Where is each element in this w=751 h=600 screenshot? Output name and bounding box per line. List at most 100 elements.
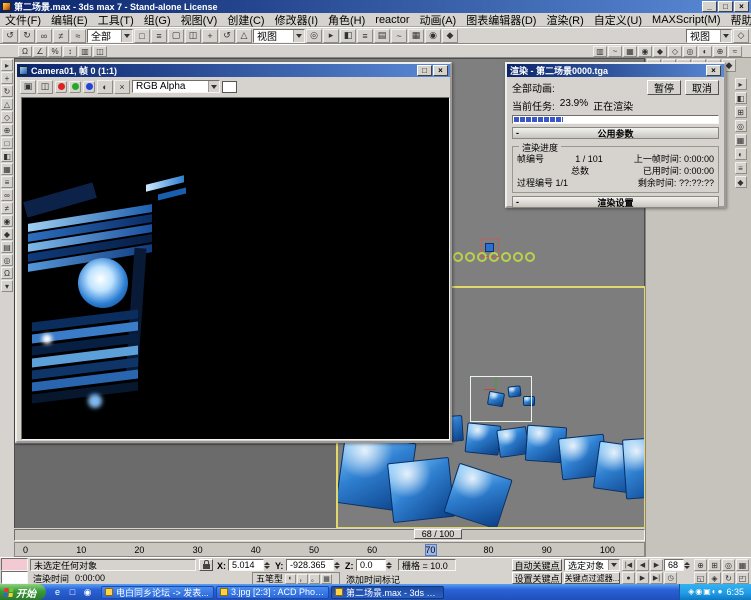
select-and-manipulate-icon[interactable]: ▸ (323, 29, 339, 43)
quicklaunch-desktop-icon[interactable]: □ (66, 586, 79, 599)
display-tool-icon[interactable]: ◎ (1, 254, 13, 266)
percent-snap-icon[interactable]: % (48, 46, 62, 57)
dialog-titlebar[interactable]: 渲染 - 第二场景0000.tga × (507, 64, 724, 77)
rotate-tool-icon[interactable]: ↻ (1, 85, 13, 97)
dock-icon-2[interactable]: ◧ (735, 92, 747, 104)
time-slider-button[interactable]: 68 / 100 (414, 529, 462, 539)
menu-item[interactable]: 编辑(E) (46, 12, 93, 28)
time-slider[interactable]: 68 / 100 (14, 528, 645, 542)
pan-tool-icon[interactable]: ◇ (1, 111, 13, 123)
undo-icon[interactable]: ↺ (2, 29, 18, 43)
key-filters-button[interactable]: 关键点过滤器... (564, 572, 620, 584)
clone-window-icon[interactable]: ◫ (37, 80, 53, 94)
pause-button[interactable]: 暂停 (647, 80, 681, 95)
layer-manager-icon[interactable]: ▤ (374, 29, 390, 43)
taskbar-task-button[interactable]: 3.jpg [2:3] : ACD Photo E... (216, 586, 329, 599)
z-spinner[interactable] (386, 559, 394, 571)
space-warp-icon[interactable]: ≈ (728, 46, 742, 57)
helper-circle[interactable] (465, 252, 475, 262)
redo-icon[interactable]: ↻ (19, 29, 35, 43)
key-mode-toggle-icon[interactable]: ● (622, 572, 635, 584)
menu-item[interactable]: 文件(F) (0, 12, 46, 28)
start-button[interactable]: 开始 (0, 584, 46, 600)
menu-item[interactable]: 图表编辑器(D) (461, 12, 541, 28)
zoom-tool-icon[interactable]: ⊕ (1, 124, 13, 136)
x-spinner[interactable] (264, 559, 272, 571)
menu-item[interactable]: MAXScript(M) (647, 14, 725, 26)
y-coordinate-field[interactable]: -928.365 (286, 559, 334, 571)
menu-item[interactable]: 帮助(H) (726, 12, 751, 28)
render-type-dropdown[interactable]: 视图 (686, 29, 732, 43)
clear-image-icon[interactable]: × (114, 80, 130, 94)
maxscript-mini-listener-pink[interactable] (1, 558, 28, 571)
ime-fullwidth-icon[interactable]: 。 (309, 574, 320, 584)
z-coordinate-field[interactable]: 0.0 (356, 559, 386, 571)
dock-icon-3[interactable]: ⊞ (735, 106, 747, 118)
display-alpha-channel-icon[interactable]: ◐ (97, 80, 113, 94)
menu-item[interactable]: 渲染(R) (541, 12, 588, 28)
schematic-view-2-icon[interactable]: ▦ (623, 46, 637, 57)
material-tool-icon[interactable]: ◉ (1, 215, 13, 227)
mirror-icon[interactable]: ◧ (340, 29, 356, 43)
dock-icon-6[interactable]: ◐ (735, 148, 747, 160)
auto-key-button[interactable]: 自动关键点 (512, 559, 562, 571)
bind-to-space-warp-icon[interactable]: ≈ (70, 29, 86, 43)
rectangular-region-icon[interactable]: ▢ (168, 29, 184, 43)
quicklaunch-player-icon[interactable]: ◉ (81, 586, 94, 599)
material-editor-icon[interactable]: ◉ (425, 29, 441, 43)
material-slot-icon[interactable]: ◉ (638, 46, 652, 57)
blue-channel-button[interactable] (83, 81, 95, 93)
go-to-start-icon[interactable]: |◀ (622, 559, 635, 571)
scale-tool-icon[interactable]: △ (1, 98, 13, 110)
track-bar[interactable]: 0102030405060708090100 (14, 542, 645, 557)
save-image-icon[interactable]: ▣ (20, 80, 36, 94)
previous-frame-icon[interactable]: ◀ (636, 559, 649, 571)
tray-icon-1[interactable]: ◈ (688, 588, 694, 596)
dock-icon-7[interactable]: ≡ (735, 162, 747, 174)
frame-spinner[interactable] (684, 559, 692, 571)
bottom-left-viewport[interactable] (15, 444, 337, 529)
zoom-extents-icon[interactable]: ◎ (722, 559, 735, 571)
taskbar-task-button[interactable]: 第二场景.max - 3ds max... (331, 586, 444, 599)
set-key-button[interactable]: 设置关键点 (512, 572, 562, 584)
select-object-icon[interactable]: □ (134, 29, 150, 43)
ime-mode-icon[interactable]: ◐ (285, 574, 296, 584)
selection-filter-dropdown[interactable]: 全部 (87, 29, 133, 43)
tray-icon-3[interactable]: ▣ (703, 588, 711, 596)
move-tool-icon[interactable]: + (1, 72, 13, 84)
curve-editor-icon[interactable]: ~ (391, 29, 407, 43)
cancel-button[interactable]: 取消 (685, 80, 719, 95)
align-icon[interactable]: ≡ (357, 29, 373, 43)
region-tool-icon[interactable]: □ (1, 137, 13, 149)
quicklaunch-ie-icon[interactable]: e (51, 586, 64, 599)
menu-item[interactable]: 自定义(U) (589, 12, 647, 28)
named-sets-icon[interactable]: ▥ (593, 46, 607, 57)
helper-circle[interactable] (525, 252, 535, 262)
selection-lock-toggle[interactable] (199, 559, 213, 571)
render-scene-icon[interactable]: ◆ (442, 29, 458, 43)
red-channel-button[interactable] (55, 81, 67, 93)
helper-circle[interactable] (513, 252, 523, 262)
align-tool-icon[interactable]: ≡ (1, 176, 13, 188)
helper-create-icon[interactable]: ⊕ (713, 46, 727, 57)
reference-coordinate-dropdown[interactable]: 视图 (253, 29, 305, 43)
snaps-toggle-icon[interactable]: Ω (18, 46, 32, 57)
array-tool-icon[interactable]: ▦ (1, 163, 13, 175)
next-frame-icon[interactable]: ▶ (636, 572, 649, 584)
play-animation-icon[interactable]: ▶ (650, 559, 663, 571)
zoom-all-icon[interactable]: ⊞ (708, 559, 721, 571)
mirror-tool-icon[interactable]: ◧ (1, 150, 13, 162)
minimize-button[interactable]: _ (702, 1, 717, 12)
menu-item[interactable]: 视图(V) (176, 12, 223, 28)
scene-box[interactable] (465, 422, 502, 455)
select-and-scale-icon[interactable]: △ (236, 29, 252, 43)
render-tool-icon[interactable]: ◆ (1, 228, 13, 240)
common-parameters-rollout[interactable]: - 公用参数 (512, 127, 719, 139)
unlink-tool-icon[interactable]: ≠ (1, 202, 13, 214)
render-window-titlebar[interactable]: Camera01, 帧 0 (1:1) □ × (17, 64, 450, 77)
channel-display-dropdown[interactable]: RGB Alpha (132, 80, 220, 93)
snap-tool-icon[interactable]: Ω (1, 267, 13, 279)
dock-icon-5[interactable]: ▦ (735, 134, 747, 146)
light-create-icon[interactable]: ◎ (683, 46, 697, 57)
menu-item[interactable]: 创建(C) (222, 12, 269, 28)
